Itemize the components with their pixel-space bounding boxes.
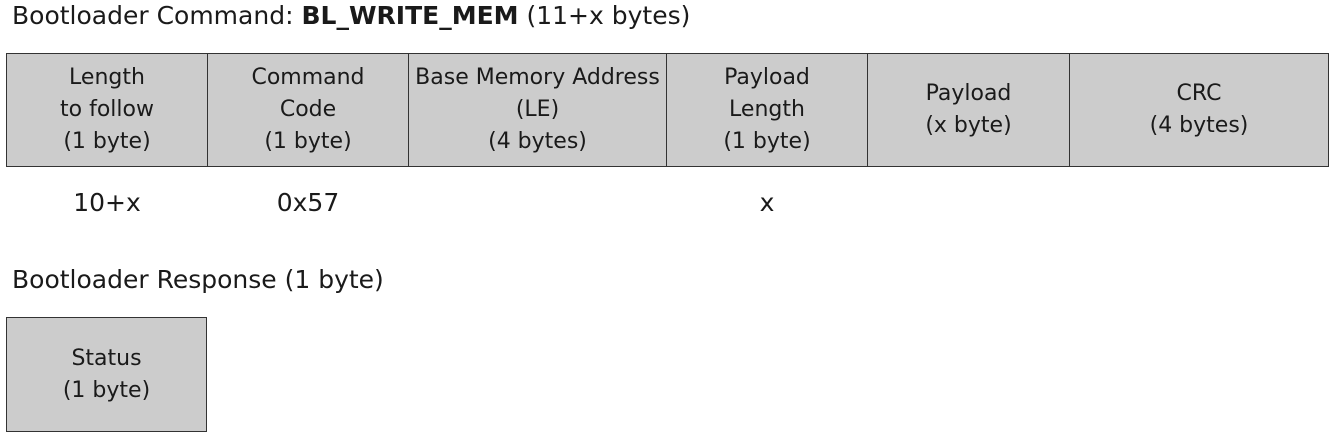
- field-label-line: to follow: [60, 97, 154, 122]
- field-value-command-code: 0x57: [276, 188, 340, 217]
- field-label-line: Base Memory Address: [415, 65, 660, 90]
- field-value-length-to-follow: 10+x: [73, 188, 141, 217]
- field-crc: CRC (4 bytes): [1069, 53, 1329, 167]
- field-label-line: Length: [69, 65, 145, 90]
- field-label-line: CRC: [1176, 81, 1222, 106]
- field-label-line: (1 byte): [62, 377, 151, 403]
- field-label-line: Command: [251, 65, 365, 90]
- command-heading: Bootloader Command: BL_WRITE_MEM (11+x b…: [12, 0, 690, 32]
- field-label-line: (x byte): [925, 113, 1012, 138]
- field-label-line: Length: [729, 97, 805, 122]
- field-command-code: Command Code (1 byte): [207, 53, 409, 167]
- field-label-line: (4 bytes): [488, 129, 587, 154]
- command-heading-prefix: Bootloader Command:: [12, 1, 302, 30]
- field-label-line: (4 bytes): [1149, 113, 1249, 138]
- command-name: BL_WRITE_MEM: [301, 1, 519, 30]
- field-value-payload-length: x: [759, 188, 775, 217]
- response-heading: Bootloader Response (1 byte): [12, 265, 384, 294]
- field-payload-length: Payload Length (1 byte): [666, 53, 868, 167]
- field-label-line: Payload: [925, 81, 1012, 106]
- field-length-to-follow: Length to follow (1 byte): [6, 53, 208, 167]
- command-heading-suffix: (11+x bytes): [518, 1, 691, 30]
- field-label-line: (1 byte): [63, 129, 151, 154]
- command-packet-row: Length to follow (1 byte) Command Code (…: [6, 53, 1329, 167]
- field-label-line: (1 byte): [723, 129, 811, 154]
- field-label-line: Code: [279, 97, 337, 122]
- field-label-line: Payload: [724, 65, 810, 90]
- field-payload: Payload (x byte): [867, 53, 1070, 167]
- field-label-line: (LE): [515, 97, 560, 122]
- response-field-status: Status (1 byte): [6, 317, 207, 432]
- field-label-line: Status: [71, 345, 142, 371]
- field-label-line: (1 byte): [264, 129, 352, 154]
- field-base-memory-address: Base Memory Address (LE) (4 bytes): [408, 53, 667, 167]
